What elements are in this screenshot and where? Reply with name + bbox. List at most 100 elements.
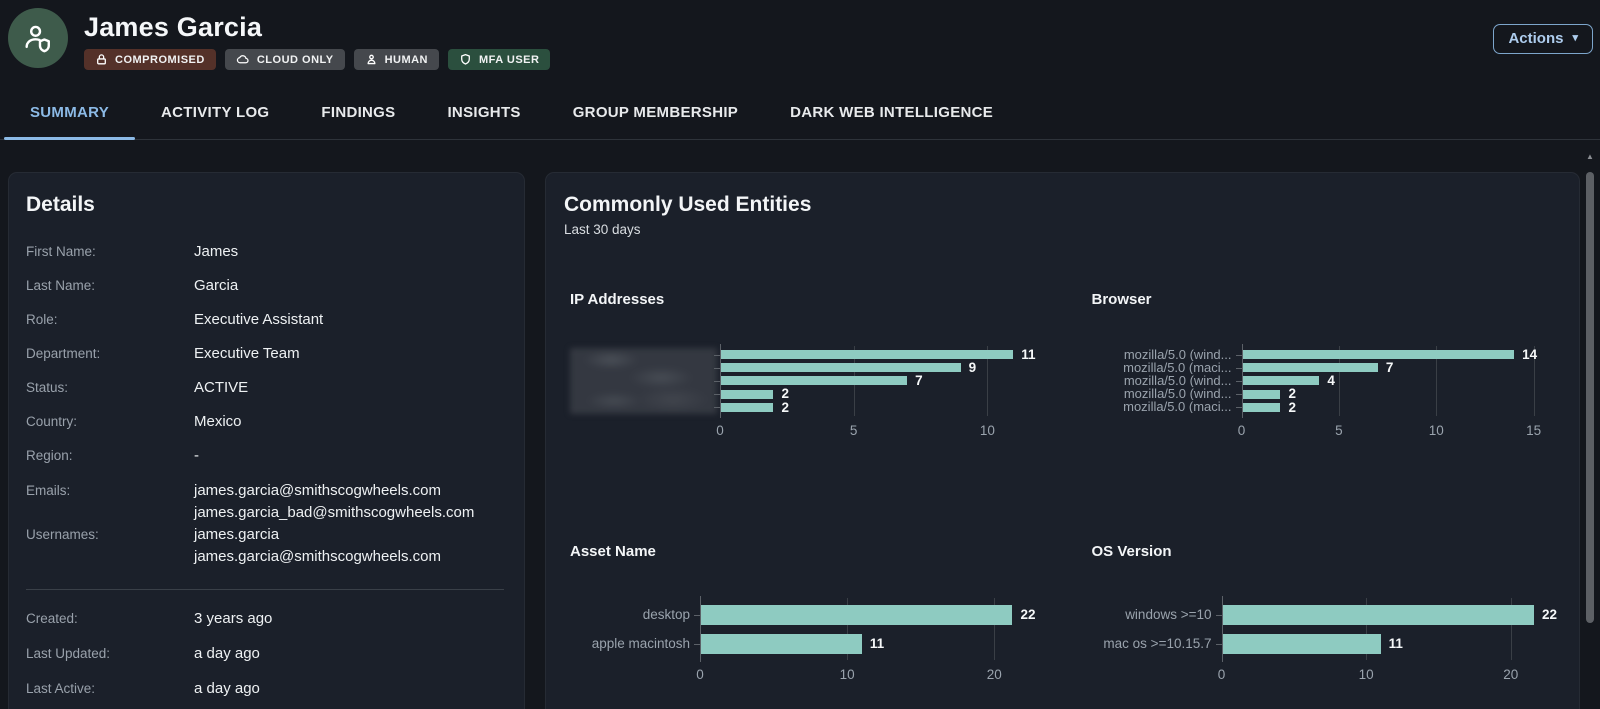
scrollbar-thumb[interactable] [1586, 172, 1594, 623]
plot-area: 147422 [1242, 348, 1558, 414]
x-tick-label: 5 [850, 423, 858, 438]
bar-value-label: 2 [781, 401, 789, 415]
category-label: windows >=10 [1092, 600, 1212, 629]
badge-label: MFA USER [479, 54, 539, 66]
category-label: mozilla/5.0 (wind... [1092, 374, 1232, 387]
bar [1242, 376, 1320, 385]
bar [720, 403, 773, 412]
details-row-value: ACTIVE [194, 378, 506, 397]
details-row-values: Executive Team [194, 344, 506, 363]
details-row: Role:Executive Assistant [26, 310, 506, 329]
details-row-label: First Name: [26, 242, 194, 261]
entities-title: Commonly Used Entities [564, 193, 1561, 217]
bar [1242, 390, 1281, 399]
details-row-value: Mexico [194, 412, 506, 431]
plot-area: 119722 [720, 348, 1036, 414]
category-label: mozilla/5.0 (maci... [1092, 361, 1232, 374]
vertical-scrollbar: ▲ [1585, 150, 1595, 709]
lock-icon [95, 53, 108, 66]
scroll-up-arrow[interactable]: ▲ [1585, 150, 1595, 164]
chart-category-labels: windows >=10mac os >=10.15.7 [1092, 600, 1222, 658]
details-row-label: Last Name: [26, 276, 194, 295]
bar-value-label: 2 [781, 387, 789, 401]
bar [1242, 350, 1515, 359]
actions-button[interactable]: Actions ▾ [1493, 24, 1593, 54]
tab-findings[interactable]: FINDINGS [295, 85, 421, 139]
details-row-label: Country: [26, 412, 194, 431]
status-badge-cloud-only: CLOUD ONLY [225, 49, 345, 70]
details-row-value: James [194, 242, 506, 261]
chart-title-ip-addresses: IP Addresses [570, 291, 1036, 308]
chart-plot: 221101020 [700, 600, 1036, 689]
commonly-used-entities-panel: Commonly Used Entities Last 30 days IP A… [545, 172, 1580, 709]
details-row-value: 3 years ago [194, 609, 506, 628]
tab-activity-log[interactable]: ACTIVITY LOG [135, 85, 295, 139]
category-label: mozilla/5.0 (wind... [1092, 348, 1232, 361]
details-row-label: Last Active: [26, 679, 194, 698]
details-row-value: james.garcia_bad@smithscogwheels.com [194, 502, 506, 524]
bar-value-label: 9 [969, 361, 977, 375]
details-row: Last Name:Garcia [26, 276, 506, 295]
chart-body: mozilla/5.0 (wind...mozilla/5.0 (maci...… [1092, 348, 1558, 445]
details-row-label: Emails: [26, 480, 194, 524]
user-avatar [8, 8, 68, 68]
details-row-values: james.garciajames.garcia@smithscogwheels… [194, 524, 506, 568]
plot-area: 2211 [700, 600, 1036, 658]
bar [1222, 605, 1534, 625]
user-profile-page: James Garcia COMPROMISED CLOUD ONLY HUMAN M… [0, 0, 1600, 709]
details-row: Last Updated:a day ago [26, 644, 506, 663]
details-row-value: james.garcia@smithscogwheels.com [194, 480, 506, 502]
bar-value-label: 22 [1020, 608, 1035, 622]
badge-label: COMPROMISED [115, 54, 205, 66]
details-row-values: Garcia [194, 276, 506, 295]
details-row-values: Executive Assistant [194, 310, 506, 329]
tab-group-membership[interactable]: GROUP MEMBERSHIP [547, 85, 764, 139]
tab-dark-web-intelligence[interactable]: DARK WEB INTELLIGENCE [764, 85, 1019, 139]
details-row-values: james.garcia@smithscogwheels.comjames.ga… [194, 480, 506, 524]
x-tick-label: 10 [840, 667, 855, 682]
category-label: mozilla/5.0 (wind... [1092, 387, 1232, 400]
shield-icon [459, 53, 472, 66]
bar [720, 363, 961, 372]
badge-row: COMPROMISED CLOUD ONLY HUMAN MFA USER [84, 49, 550, 70]
details-row: Status:ACTIVE [26, 378, 506, 397]
cloud-icon [236, 53, 250, 66]
x-axis-ticks: 051015 [1242, 421, 1558, 445]
details-row-value: a day ago [194, 679, 506, 698]
x-tick-label: 10 [980, 423, 995, 438]
bar [720, 376, 907, 385]
badge-label: HUMAN [385, 54, 428, 66]
redacted-ip-labels [570, 348, 717, 414]
bar-row: 9 [720, 361, 1036, 374]
details-row-values: - [194, 446, 506, 465]
x-tick-label: 5 [1335, 423, 1343, 438]
details-row: Created:3 years ago [26, 609, 506, 628]
status-badge-mfa-user: MFA USER [448, 49, 550, 70]
details-row-values: Mexico [194, 412, 506, 431]
details-row: Country:Mexico [26, 412, 506, 431]
bar-value-label: 14 [1522, 348, 1537, 362]
details-row: First Name:James [26, 242, 506, 261]
details-row-label: Status: [26, 378, 194, 397]
tab-summary[interactable]: SUMMARY [4, 85, 135, 139]
bar-row: 2 [720, 401, 1036, 414]
bar-value-label: 2 [1288, 401, 1296, 415]
details-row-values: 3 years ago [194, 609, 506, 628]
bar-row: 2 [1242, 388, 1558, 401]
bar [720, 390, 773, 399]
bar-row: 22 [700, 600, 1036, 629]
details-panel: Details First Name:JamesLast Name:Garcia… [8, 172, 525, 709]
actions-button-label: Actions [1508, 30, 1563, 47]
details-row-values: ACTIVE [194, 378, 506, 397]
header-identity: James Garcia COMPROMISEDCLOUD ONLYHUMANM… [84, 8, 550, 70]
charts-grid: IP Addresses1197220510Browsermozilla/5.0… [564, 291, 1561, 689]
details-row-label: Last Updated: [26, 644, 194, 663]
chart-title-os-version: OS Version [1092, 543, 1558, 560]
details-row-values: a day ago [194, 679, 506, 698]
x-tick-label: 15 [1526, 423, 1541, 438]
bar-row: 11 [720, 348, 1036, 361]
tab-insights[interactable]: INSIGHTS [421, 85, 546, 139]
details-row-value: Executive Assistant [194, 310, 506, 329]
details-title: Details [26, 193, 506, 217]
details-divider [26, 589, 504, 590]
